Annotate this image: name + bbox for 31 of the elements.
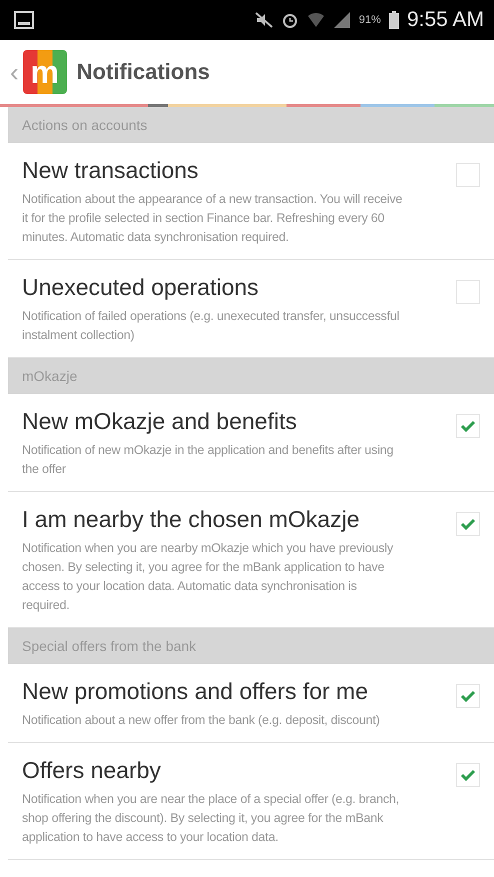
checkbox[interactable]: [456, 163, 480, 187]
battery-icon: [388, 11, 399, 29]
setting-description: Notification about the appearance of a new transaction. You will receive it for the profile selected in section Finance bar. Refreshing every 60 minutes. Automatic data synchronisation required.: [22, 191, 404, 246]
setting-title: New transactions: [22, 157, 200, 184]
screen-title: Notifications: [76, 59, 210, 85]
checkbox[interactable]: [456, 280, 480, 304]
mute-icon: [254, 11, 273, 29]
setting-description: Notification when you are nearby mOkazje which you have previously chosen. By selecting it, you agree for the mBank application to have access to your location data. Automatic data synchronisation is required.: [22, 540, 394, 614]
section-header: Special offers from the bank: [8, 628, 494, 664]
checkbox[interactable]: [456, 684, 480, 708]
setting-description: Notification of new mOkazje in the application and benefits after using the offer: [22, 442, 394, 478]
section-header: Actions on accounts: [8, 107, 494, 143]
clock: 9:55 AM: [406, 8, 484, 32]
setting-description: Notification about a new offer from the bank (e.g. deposit, discount): [22, 712, 381, 729]
setting-description: Notification of failed operations (e.g. unexecuted transfer, unsuccessful instalment collection): [22, 308, 400, 344]
wifi-icon: [306, 11, 325, 29]
alarm-icon: [280, 11, 299, 29]
image-icon: [14, 11, 34, 29]
setting-description: Notification when you are near the place of a special offer (e.g. branch, shop offering the discount). By selecting it, you agree for the mBank application to have access to your location data.: [22, 791, 400, 846]
setting-title: Offers nearby: [22, 757, 162, 784]
section-header: mOkazje: [8, 358, 494, 394]
checkbox[interactable]: [456, 414, 480, 438]
checkbox[interactable]: [456, 512, 480, 536]
setting-title: New promotions and offers for me: [22, 678, 370, 705]
setting-title: I am nearby the chosen mOkazje: [22, 506, 360, 533]
setting-title: New mOkazje and benefits: [22, 408, 298, 435]
setting-title: Unexecuted operations: [22, 274, 260, 301]
signal-icon: [332, 11, 351, 29]
checkbox[interactable]: [456, 763, 480, 787]
battery-percent: 91%: [358, 14, 381, 26]
back-button[interactable]: ‹: [10, 59, 19, 85]
